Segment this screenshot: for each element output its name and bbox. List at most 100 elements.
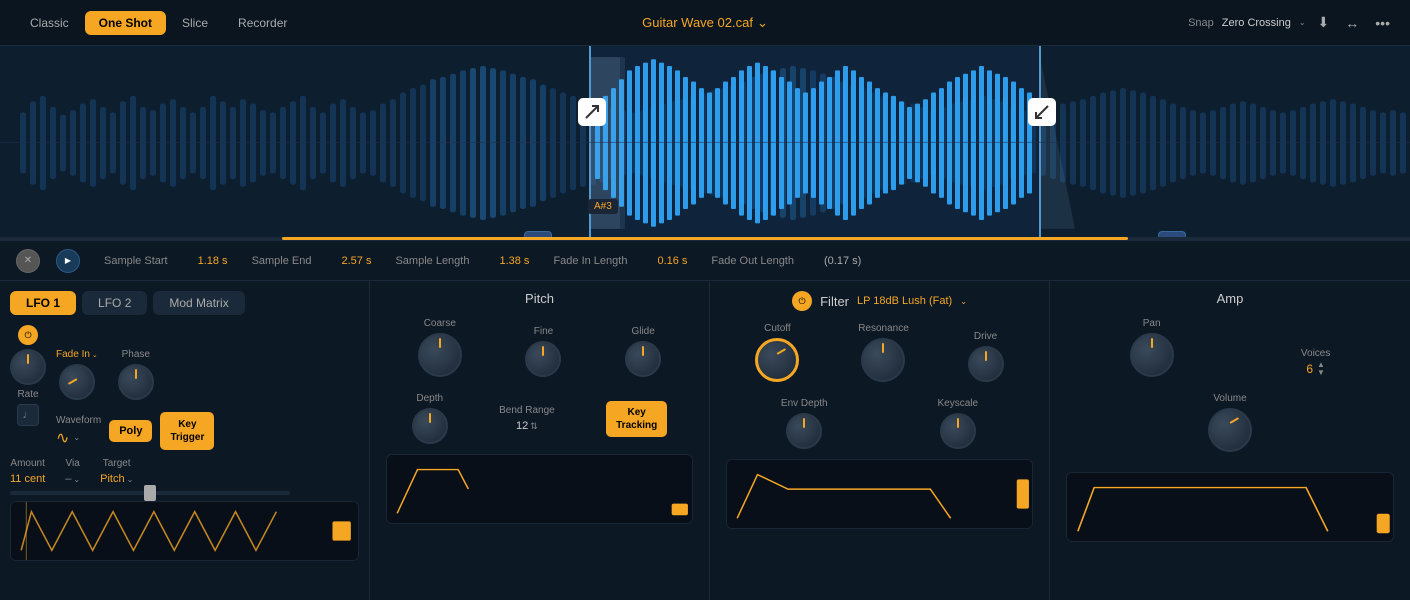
start-marker-icon[interactable] (578, 98, 606, 126)
waveform-area: 0.0s 0.4s 0.8s 1.2s 1.6s 2.0s 2.4s 2.8s (0, 46, 1410, 241)
waveform-scrollbar[interactable] (0, 237, 1410, 240)
coarse-label: Coarse (424, 318, 456, 329)
note-icon[interactable]: ♩ (17, 404, 39, 426)
phase-label: Phase (122, 349, 150, 360)
lfo-power-button[interactable]: ⏻ (18, 325, 38, 345)
target-section: Target Pitch ⌄ (100, 458, 133, 485)
volume-label: Volume (1213, 393, 1246, 404)
lfo2-tab[interactable]: LFO 2 (82, 291, 147, 315)
voices-value: 6 (1306, 362, 1313, 376)
nav-tabs: Classic One Shot Slice Recorder (16, 11, 301, 35)
snap-value[interactable]: Zero Crossing (1222, 17, 1291, 29)
more-btn[interactable]: ••• (1371, 13, 1394, 33)
resonance-label: Resonance (858, 323, 909, 334)
transport-info: Sample Start 1.18 s Sample End 2.57 s Sa… (104, 255, 861, 267)
sample-start-value: 1.18 s (198, 255, 228, 267)
key-tracking-button[interactable]: KeyTracking (606, 401, 667, 437)
amount-label: Amount (10, 458, 45, 469)
sample-length-label: Sample Length (395, 255, 469, 267)
amount-section: Amount 11 cent (10, 458, 45, 485)
file-name: Guitar Wave 02.caf (642, 15, 753, 30)
rate-knob[interactable] (10, 349, 46, 385)
glide-knob[interactable] (625, 341, 661, 377)
pan-label: Pan (1143, 318, 1161, 329)
lfo-panel: LFO 1 LFO 2 Mod Matrix ⏻ Rate ♩ Fade In (0, 281, 370, 600)
tab-one-shot[interactable]: One Shot (85, 11, 166, 35)
poly-button[interactable]: Poly (109, 420, 152, 442)
mod-matrix-tab[interactable]: Mod Matrix (153, 291, 244, 315)
via-label: Via (65, 458, 80, 469)
lfo-slider[interactable] (10, 491, 290, 495)
filter-top-row: Cutoff Resonance Drive (726, 323, 1033, 382)
fade-in-label: Fade In (56, 349, 90, 360)
snap-toggle-btn[interactable]: ⬇ (1314, 12, 1334, 33)
chevron-down-icon-wf[interactable]: ⌄ (73, 433, 80, 442)
keyscale-knob[interactable] (940, 413, 976, 449)
voices-stepper-arrows[interactable]: ▲ ▼ (1317, 361, 1325, 377)
fade-out-label: Fade Out Length (711, 255, 794, 267)
expand-btn[interactable]: ↔ (1341, 13, 1363, 33)
filter-title: Filter (820, 294, 849, 309)
fade-in-knob[interactable] (59, 364, 95, 400)
chevron-down-icon-fade: ⌄ (92, 351, 98, 359)
fade-in-dropdown[interactable]: Fade In ⌄ (56, 349, 98, 360)
tab-recorder[interactable]: Recorder (224, 11, 301, 35)
note-label: A#3 (588, 199, 618, 214)
glide-label: Glide (631, 326, 654, 337)
via-value: – (65, 473, 71, 485)
sample-start-label: Sample Start (104, 255, 168, 267)
filter-power-button[interactable]: ⏻ (792, 291, 812, 311)
keyscale-label: Keyscale (937, 398, 978, 409)
amp-panel: Amp Pan Voices 6 ▲ ▼ Volume (1050, 281, 1410, 600)
end-marker-icon[interactable] (1028, 98, 1056, 126)
drive-knob[interactable] (968, 346, 1004, 382)
via-section: Via – ⌄ (65, 458, 80, 485)
tab-slice[interactable]: Slice (168, 11, 222, 35)
snap-label: Snap (1188, 17, 1214, 29)
pan-knob[interactable] (1130, 333, 1174, 377)
chevron-up-down-icon[interactable]: ⇅ (530, 421, 538, 432)
lfo1-tab[interactable]: LFO 1 (10, 291, 76, 315)
play-button[interactable]: ▶ (56, 249, 80, 273)
chevron-down-icon-via[interactable]: ⌄ (73, 475, 80, 484)
lfo-env-display (10, 501, 359, 561)
transport-bar: ✕ ▶ Sample Start 1.18 s Sample End 2.57 … (0, 241, 1410, 281)
amount-value: 11 cent (10, 473, 45, 485)
target-label: Target (100, 458, 133, 469)
depth-knob[interactable] (412, 408, 448, 444)
filter-env-display (726, 459, 1033, 529)
fade-out-value: (0.17 s) (824, 255, 861, 267)
drive-label: Drive (974, 331, 997, 342)
resonance-knob[interactable] (861, 338, 905, 382)
voices-label: Voices (1301, 348, 1330, 359)
fadein-knob-group: Fade In ⌄ (56, 349, 98, 400)
amp-env-display (1066, 472, 1394, 542)
filter-header: ⏻ Filter LP 18dB Lush (Fat) ⌄ (726, 291, 1033, 311)
waveform-icon: ∿ (56, 428, 69, 448)
close-button[interactable]: ✕ (16, 249, 40, 273)
env-depth-knob[interactable] (786, 413, 822, 449)
fade-in-label: Fade In Length (553, 255, 627, 267)
chevron-down-icon-filter[interactable]: ⌄ (960, 297, 967, 306)
tab-classic[interactable]: Classic (16, 11, 83, 35)
fine-knob[interactable] (525, 341, 561, 377)
coarse-knob[interactable] (418, 333, 462, 377)
phase-knob[interactable] (118, 364, 154, 400)
chevron-down-icon-snap: ⌄ (1299, 18, 1306, 27)
phase-knob-group: Phase (118, 349, 154, 400)
env-depth-label: Env Depth (781, 398, 828, 409)
rate-knob-group: Rate (10, 349, 46, 400)
chevron-down-icon[interactable]: ⌄ (757, 15, 768, 31)
chevron-down-icon-target[interactable]: ⌄ (127, 475, 134, 484)
nav-right: Snap Zero Crossing ⌄ ⬇ ↔ ••• (1188, 12, 1394, 33)
key-trigger-button[interactable]: KeyTrigger (160, 412, 214, 450)
bottom-panel: LFO 1 LFO 2 Mod Matrix ⏻ Rate ♩ Fade In (0, 281, 1410, 600)
pitch-env-display (386, 454, 693, 524)
voices-group: Voices 6 ▲ ▼ (1301, 348, 1330, 377)
rate-label: Rate (17, 389, 38, 400)
filter-type: LP 18dB Lush (Fat) (857, 295, 952, 307)
cutoff-knob[interactable] (755, 338, 799, 382)
sample-length-value: 1.38 s (499, 255, 529, 267)
volume-knob[interactable] (1208, 408, 1252, 452)
depth-label: Depth (416, 393, 443, 404)
